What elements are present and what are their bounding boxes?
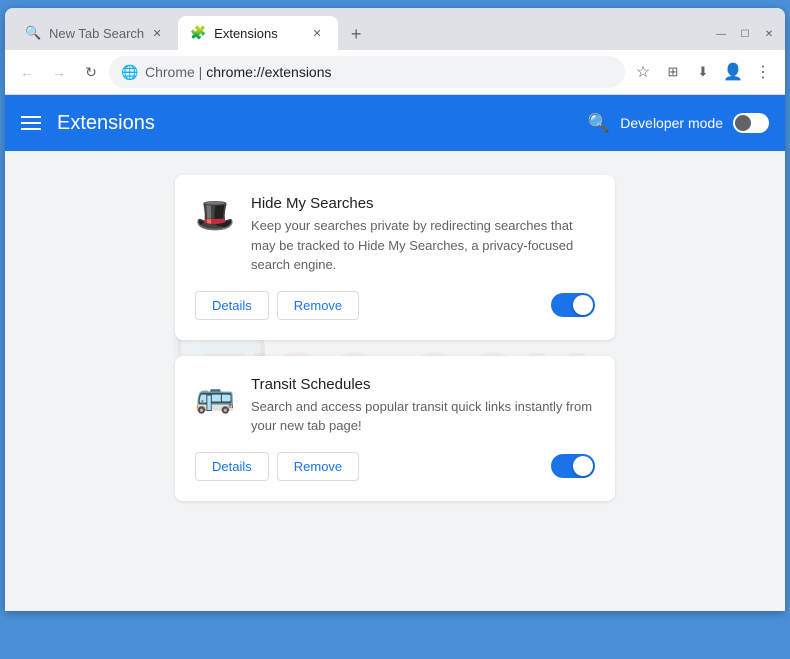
ext-info-transit-schedules: Transit Schedules Search and access popu… bbox=[251, 376, 595, 436]
enable-toggle-hide-my-searches[interactable] bbox=[551, 293, 595, 317]
omnibox[interactable]: 🌐 Chrome | chrome://extensions bbox=[109, 56, 625, 88]
details-button-hide-my-searches[interactable]: Details bbox=[195, 291, 269, 320]
ext-name-hide-my-searches: Hide My Searches bbox=[251, 195, 595, 212]
url-path: chrome://extensions bbox=[206, 64, 331, 80]
extension-card-hide-my-searches: 🎩 Hide My Searches Keep your searches pr… bbox=[175, 175, 615, 340]
omnibox-url: Chrome | chrome://extensions bbox=[145, 64, 613, 80]
tab-new-tab-search-label: New Tab Search bbox=[49, 26, 144, 41]
extension-card-transit-schedules: 🚌 Transit Schedules Search and access po… bbox=[175, 356, 615, 501]
ext-icon-hide-my-searches: 🎩 bbox=[195, 195, 235, 235]
profile-button[interactable]: 👤 bbox=[719, 58, 747, 86]
reload-button[interactable]: ↻ bbox=[77, 58, 105, 86]
developer-mode-knob bbox=[735, 115, 751, 131]
forward-button[interactable]: → bbox=[45, 58, 73, 86]
details-button-transit-schedules[interactable]: Details bbox=[195, 452, 269, 481]
ext-desc-hide-my-searches: Keep your searches private by redirectin… bbox=[251, 216, 595, 275]
developer-mode-label: Developer mode bbox=[620, 115, 723, 131]
menu-button[interactable]: ⋮ bbox=[749, 58, 777, 86]
tab-new-tab-search-close[interactable]: ✕ bbox=[148, 24, 166, 42]
tab-search-icon: 🔍 bbox=[25, 25, 41, 41]
download-button[interactable]: ⬇ bbox=[689, 58, 717, 86]
omnibox-globe-icon: 🌐 bbox=[121, 64, 137, 80]
ext-name-transit-schedules: Transit Schedules bbox=[251, 376, 595, 393]
site-name: Chrome bbox=[145, 64, 195, 80]
back-button[interactable]: ← bbox=[13, 58, 41, 86]
ext-desc-transit-schedules: Search and access popular transit quick … bbox=[251, 397, 595, 436]
dev-mode-section: 🔍 Developer mode bbox=[588, 113, 769, 134]
extensions-title: Extensions bbox=[57, 112, 588, 135]
new-tab-button[interactable]: + bbox=[342, 20, 370, 48]
remove-button-hide-my-searches[interactable]: Remove bbox=[277, 291, 359, 320]
toolbar-icons: ☆ ⊞ ⬇ 👤 ⋮ bbox=[629, 58, 777, 86]
bookmark-button[interactable]: ☆ bbox=[629, 58, 657, 86]
browser-window: 🔍 New Tab Search ✕ 🧩 Extensions ✕ + — ☐ … bbox=[5, 8, 785, 611]
ext-card-header-hms: 🎩 Hide My Searches Keep your searches pr… bbox=[195, 195, 595, 275]
enable-knob-hide-my-searches bbox=[573, 295, 593, 315]
minimize-button[interactable]: — bbox=[713, 26, 729, 42]
tab-extensions-icon: 🧩 bbox=[190, 25, 206, 41]
ext-icon-button[interactable]: ⊞ bbox=[659, 58, 687, 86]
ext-icon-transit-schedules: 🚌 bbox=[195, 376, 235, 416]
ext-card-header-ts: 🚌 Transit Schedules Search and access po… bbox=[195, 376, 595, 436]
enable-toggle-transit-schedules[interactable] bbox=[551, 454, 595, 478]
tab-new-tab-search[interactable]: 🔍 New Tab Search ✕ bbox=[13, 16, 178, 50]
enable-knob-transit-schedules bbox=[573, 456, 593, 476]
ext-info-hide-my-searches: Hide My Searches Keep your searches priv… bbox=[251, 195, 595, 275]
ext-card-footer-hms: Details Remove bbox=[195, 291, 595, 320]
tab-extensions-label: Extensions bbox=[214, 26, 304, 41]
address-bar: ← → ↻ 🌐 Chrome | chrome://extensions ☆ ⊞… bbox=[5, 50, 785, 95]
tab-extensions-close[interactable]: ✕ bbox=[308, 24, 326, 42]
maximize-button[interactable]: ☐ bbox=[737, 26, 753, 42]
search-icon[interactable]: 🔍 bbox=[588, 113, 610, 134]
ext-card-footer-ts: Details Remove bbox=[195, 452, 595, 481]
remove-button-transit-schedules[interactable]: Remove bbox=[277, 452, 359, 481]
tab-extensions[interactable]: 🧩 Extensions ✕ bbox=[178, 16, 338, 50]
window-controls: — ☐ ✕ bbox=[713, 26, 777, 50]
hamburger-menu[interactable] bbox=[21, 116, 41, 130]
url-separator: | bbox=[195, 64, 206, 80]
extensions-content: 🔍 FISC.COM 🎩 Hide My Searches Keep your … bbox=[5, 151, 785, 611]
title-bar: 🔍 New Tab Search ✕ 🧩 Extensions ✕ + — ☐ … bbox=[5, 8, 785, 50]
developer-mode-toggle[interactable] bbox=[733, 113, 769, 133]
extensions-header: Extensions 🔍 Developer mode bbox=[5, 95, 785, 151]
close-button[interactable]: ✕ bbox=[761, 26, 777, 42]
